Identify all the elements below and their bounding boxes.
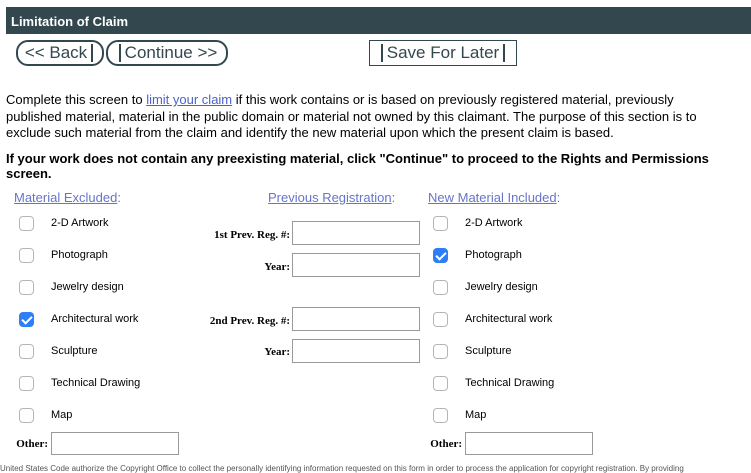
new-map-label: Map [465,409,487,421]
heading-colon: : [391,190,396,205]
continue-button-label: Continue >> [124,43,218,62]
excluded-jewelry-design-label: Jewelry design [51,281,124,293]
excluded-technical-drawing-checkbox[interactable] [19,376,34,391]
excluded-sculpture-label: Sculpture [51,345,98,357]
first-prev-reg-input[interactable] [292,221,420,245]
new-jewelry-design-checkbox[interactable] [433,280,448,295]
save-button-label: Save For Later [386,43,500,62]
section-header: Limitation of Claim [6,7,751,34]
new-sculpture-label: Sculpture [465,345,512,357]
back-button[interactable]: << Back [16,40,104,66]
privacy-footer-text: United States Code authorize the Copyrig… [0,464,684,473]
excluded-other-label: Other: [16,438,48,450]
new-architectural-work-label: Architectural work [465,313,553,325]
new-other-label: Other: [430,438,462,450]
intro-text: Complete this screen to limit your claim… [6,92,721,142]
new-material-heading: New Material Included: [428,190,560,205]
excluded-map-checkbox[interactable] [19,408,34,423]
new-technical-drawing-checkbox[interactable] [433,376,448,391]
excluded-technical-drawing-label: Technical Drawing [51,377,141,389]
back-button-label: << Back [24,43,88,62]
excluded-map-label: Map [51,409,73,421]
previous-registration-heading: Previous Registration: [268,190,395,205]
first-year-label: Year: [264,261,290,273]
first-year-input[interactable] [292,253,420,277]
new-other-input[interactable] [465,432,593,455]
excluded-photograph-label: Photograph [51,249,108,261]
excluded-2d-artwork-checkbox[interactable] [19,216,34,231]
new-architectural-work-checkbox[interactable] [433,312,448,327]
heading-colon: : [556,190,561,205]
new-technical-drawing-label: Technical Drawing [465,377,555,389]
second-prev-reg-input[interactable] [292,307,420,331]
new-material-heading-text: New Material Included [428,190,557,205]
excluded-photograph-checkbox[interactable] [19,248,34,263]
excluded-architectural-work-label: Architectural work [51,313,139,325]
new-2d-artwork-label: 2-D Artwork [465,217,523,229]
new-sculpture-checkbox[interactable] [433,344,448,359]
excluded-jewelry-design-checkbox[interactable] [19,280,34,295]
continue-button[interactable]: Continue >> [106,40,228,66]
first-prev-reg-label: 1st Prev. Reg. #: [214,229,290,241]
excluded-architectural-work-checkbox[interactable] [19,312,34,327]
section-title: Limitation of Claim [11,14,128,29]
new-photograph-label: Photograph [465,249,522,261]
previous-registration-heading-text: Previous Registration [268,190,392,205]
limit-claim-link[interactable]: limit your claim [146,92,232,107]
second-prev-reg-label: 2nd Prev. Reg. #: [209,315,290,327]
heading-colon: : [117,190,121,205]
second-year-input[interactable] [292,339,420,363]
excluded-2d-artwork-label: 2-D Artwork [51,217,109,229]
new-jewelry-design-label: Jewelry design [465,281,538,293]
excluded-other-input[interactable] [51,432,179,455]
second-year-label: Year: [264,346,290,358]
new-2d-artwork-checkbox[interactable] [433,216,448,231]
material-excluded-heading-text: Material Excluded [14,190,118,205]
instruction-note: If your work does not contain any preexi… [6,151,709,181]
new-photograph-checkbox[interactable] [433,248,448,263]
new-map-checkbox[interactable] [433,408,448,423]
excluded-sculpture-checkbox[interactable] [19,344,34,359]
intro-text-start: Complete this screen to [6,92,147,107]
save-for-later-button[interactable]: Save For Later [369,40,517,66]
material-excluded-heading: Material Excluded: [14,190,121,205]
